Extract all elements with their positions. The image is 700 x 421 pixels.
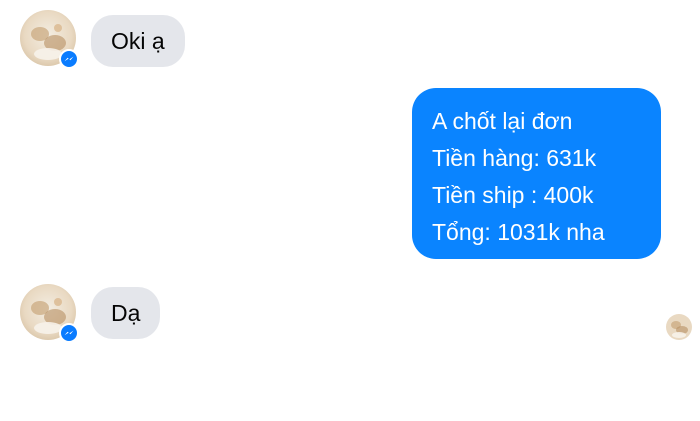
message-line: Tiền hàng: 631k [432, 145, 597, 171]
incoming-message-bubble[interactable]: Oki ạ [91, 15, 185, 67]
messenger-badge-icon [59, 49, 79, 69]
outgoing-message-bubble[interactable]: A chốt lại đơn Tiền hàng: 631k Tiền ship… [412, 88, 661, 259]
message-text: Dạ [111, 299, 141, 326]
message-text: Oki ạ [111, 27, 165, 54]
message-line: Tổng: 1031k nha [432, 219, 605, 245]
messenger-badge-icon [59, 323, 79, 343]
message-line: Tiền ship : 400k [432, 182, 594, 208]
message-line: A chốt lại đơn [432, 108, 573, 134]
incoming-message-bubble[interactable]: Dạ [91, 287, 161, 339]
seen-avatar-icon [666, 314, 692, 340]
